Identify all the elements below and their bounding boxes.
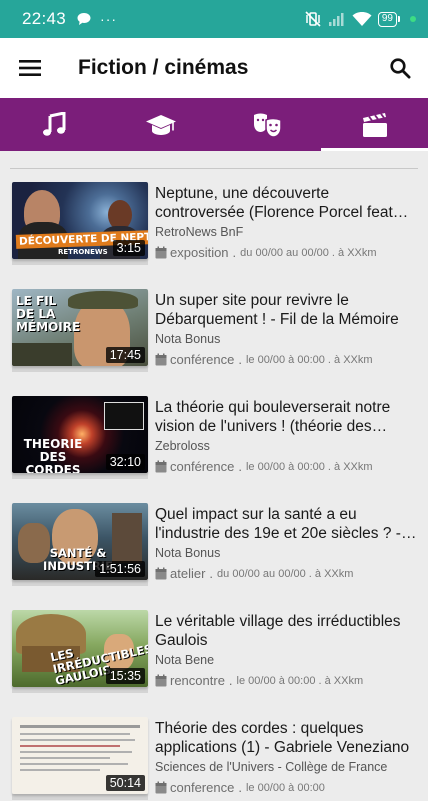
thumbnail-caption: LE FIL DE LA MÉMOIRE [16,294,81,334]
thumbnail-subcaption: RETRONEWS [58,248,108,256]
video-duration: 32:10 [105,454,145,470]
menu-button[interactable] [0,38,60,98]
list-item[interactable]: SANTÉ & INDUSTRIE 1:51:56 Quel impact su… [0,503,428,603]
calendar-icon [155,353,167,366]
event-schedule: le 00/00 à 00:00 . à XXkm [245,460,373,473]
calendar-icon [155,674,167,687]
calendar-icon [155,460,167,473]
page-title: Fiction / cinémas [78,56,249,79]
search-icon [390,58,411,79]
video-duration: 15:35 [105,668,145,684]
list-item[interactable]: THEORIE DES CORDES 32:10 La théorie qui … [0,396,428,496]
channel-name: Zebroloss [155,439,210,453]
graduation-cap-icon [145,114,176,135]
tab-theater[interactable] [214,98,321,151]
video-title[interactable]: Neptune, une découverte controversée (Fl… [155,184,420,222]
channel-name: Nota Bonus [155,546,221,560]
channel-name: Nota Bonus [155,332,221,346]
event-type: atelier [170,566,206,581]
status-time: 22:43 [22,9,67,28]
thumbnail-caption: THEORIE DES CORDES [23,437,83,474]
video-duration: 50:14 [105,775,145,791]
calendar-icon [155,567,167,580]
app-bar: Fiction / cinémas [0,38,428,98]
chat-bubble-icon [77,13,91,25]
event-schedule: le 00/00 à 00:00 [245,781,325,794]
channel-name: Nota Bene [155,653,215,667]
event-schedule: du 00/00 au 00/00 . à XXkm [217,567,354,580]
battery-icon: 99 [377,11,400,27]
list-item[interactable]: DÉCOUVERTE DE NEPTUNE RETRONEWS 3:15 Nep… [0,182,428,282]
vibrate-off-icon [305,11,321,27]
event-schedule: le 00/00 à 00:00 . à XXkm [245,353,373,366]
event-type: rencontre [170,673,225,688]
tab-education[interactable] [107,98,214,151]
calendar-icon [155,781,167,794]
video-thumbnail[interactable]: LES IRRÉDUCTIBLES GAULOIS 15:35 [12,610,148,687]
divider [10,168,418,169]
cell-signal-icon [328,13,344,26]
event-type: exposition [170,245,229,260]
list-item[interactable]: 50:14 Théorie des cordes : quelques appl… [0,717,428,801]
event-schedule: du 00/00 au 00/00 . à XXkm [240,246,377,259]
music-note-icon [42,111,65,136]
video-title[interactable]: Quel impact sur la santé a eu l'industri… [155,505,420,543]
search-button[interactable] [372,38,428,98]
video-thumbnail[interactable]: 50:14 [12,717,148,794]
calendar-icon [155,246,167,259]
channel-name: RetroNews BnF [155,225,244,239]
list-item[interactable]: LE FIL DE LA MÉMOIRE 17:45 Un super site… [0,289,428,389]
wifi-icon [352,12,372,26]
more-notifications-icon: ··· [100,11,118,27]
video-duration: 3:15 [112,240,145,256]
list-item[interactable]: LES IRRÉDUCTIBLES GAULOIS 15:35 Le vérit… [0,610,428,710]
tab-music[interactable] [0,98,107,151]
video-thumbnail[interactable]: THEORIE DES CORDES 32:10 [12,396,148,473]
video-title[interactable]: Théorie des cordes : quelques applicatio… [155,719,420,757]
channel-name: Sciences de l'Univers - Collège de Franc… [155,760,388,774]
event-type: conference [170,780,235,795]
category-tabs [0,98,428,151]
status-bar: 22:43 ··· 99 [0,0,428,38]
video-list: DÉCOUVERTE DE NEPTUNE RETRONEWS 3:15 Nep… [0,151,428,801]
video-title[interactable]: La théorie qui bouleverserait notre visi… [155,398,420,436]
tab-cinema[interactable] [321,98,428,151]
event-schedule: le 00/00 à 00:00 . à XXkm [236,674,364,687]
video-thumbnail[interactable]: LE FIL DE LA MÉMOIRE 17:45 [12,289,148,366]
video-thumbnail[interactable]: DÉCOUVERTE DE NEPTUNE RETRONEWS 3:15 [12,182,148,259]
charging-dot [410,16,416,22]
video-duration: 1:51:56 [95,561,145,577]
video-title[interactable]: Le véritable village des irréductibles G… [155,612,420,650]
event-type: conférence [170,459,235,474]
clapperboard-icon [362,112,387,137]
event-type: conférence [170,352,235,367]
hamburger-menu-icon [19,60,41,76]
theater-masks-icon [253,113,282,138]
video-duration: 17:45 [105,347,145,363]
video-title[interactable]: Un super site pour revivre le Débarqueme… [155,291,420,329]
video-thumbnail[interactable]: SANTÉ & INDUSTRIE 1:51:56 [12,503,148,580]
